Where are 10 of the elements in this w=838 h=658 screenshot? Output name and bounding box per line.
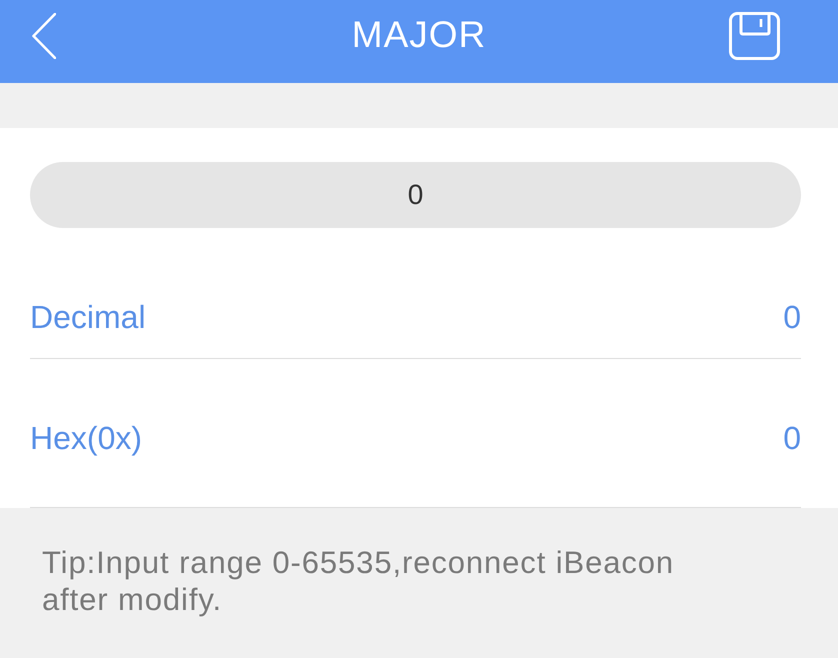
row-value: 0 xyxy=(783,299,801,335)
row-value: 0 xyxy=(783,420,801,456)
page-title: MAJOR xyxy=(352,14,486,56)
row-label: Decimal xyxy=(30,299,146,335)
input-field[interactable]: 0 xyxy=(30,162,801,228)
back-button[interactable] xyxy=(32,12,56,58)
save-button[interactable] xyxy=(729,12,780,60)
back-icon xyxy=(32,12,56,58)
tip-text: Tip:Input range 0-65535,reconnect iBeacon after modify. xyxy=(42,544,676,618)
row-label: Hex(0x) xyxy=(30,420,142,456)
